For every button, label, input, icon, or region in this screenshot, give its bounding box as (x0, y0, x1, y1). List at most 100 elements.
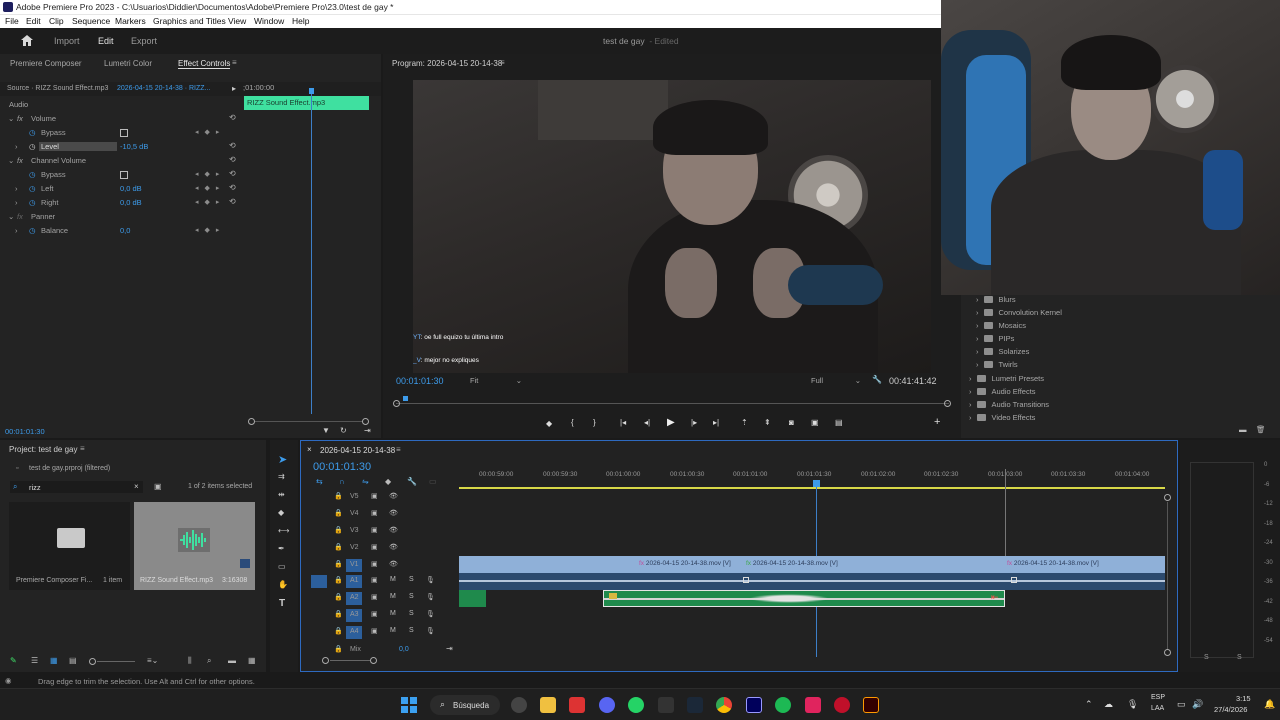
comparison-view-icon[interactable]: ▣ (811, 418, 819, 427)
filter-icon[interactable]: ▼ (322, 426, 330, 435)
play-icon[interactable]: ▶ (667, 417, 675, 428)
stopwatch-icon[interactable]: ◷ (29, 128, 36, 137)
selection-tool-icon[interactable]: ➤ (278, 453, 287, 466)
sequence-tab[interactable]: 2026-04-15 20-14-38 (320, 446, 395, 455)
ec-row-volume[interactable]: ⌄ fx Volume ⟲ (0, 112, 240, 125)
add-button-icon[interactable]: + (934, 416, 940, 428)
new-bin-icon[interactable]: ▬ (228, 656, 236, 665)
solo-right-button[interactable]: S (1237, 654, 1242, 661)
ec-clip-bar[interactable]: RIZZ Sound Effect.mp3 (244, 96, 369, 110)
tab-export[interactable]: Export (131, 36, 157, 46)
v-scroll-handle-bottom[interactable] (1164, 649, 1171, 656)
reset-icon[interactable]: ⟲ (229, 155, 236, 164)
video-track-header[interactable]: 🔒 V1 ▣ 👁 (301, 557, 459, 574)
new-bin-icon[interactable]: ▬ (1239, 425, 1247, 434)
menu-markers[interactable]: Markers (115, 16, 146, 26)
sequence-dropdown[interactable]: 2026-04-15 20-14-38 · RIZZ... (117, 85, 210, 92)
menu-edit[interactable]: Edit (26, 16, 41, 26)
source-patch[interactable] (311, 575, 327, 588)
audio-clip-a1[interactable] (459, 573, 1165, 590)
video-track-header[interactable]: 🔒 V5 ▣ 👁 (301, 489, 459, 506)
file-explorer-icon[interactable] (540, 697, 556, 713)
solo-left-button[interactable]: S (1204, 654, 1209, 661)
audio-clip-rizz[interactable] (603, 590, 1005, 607)
clock-time[interactable]: 3:15 (1236, 694, 1251, 703)
discord-icon[interactable] (599, 697, 615, 713)
sync-lock-icon[interactable]: ▣ (371, 593, 378, 601)
solo-button[interactable]: S (409, 627, 414, 634)
lock-icon[interactable]: 🔒 (334, 509, 343, 517)
balance-value[interactable]: 0,0 (120, 226, 130, 235)
nest-icon[interactable]: ⇆ (316, 477, 323, 486)
keyframe-nav-icons[interactable]: ◂◆▸ (195, 170, 225, 178)
stopwatch-icon[interactable]: ◷ (29, 184, 36, 193)
track-select-tool-icon[interactable]: ⇉ (278, 472, 285, 481)
stopwatch-icon[interactable]: ◷ (29, 170, 36, 179)
icon-view-icon[interactable]: ▦ (50, 656, 58, 665)
record-mic-icon[interactable]: 🎙 (426, 610, 435, 618)
record-mic-icon[interactable]: 🎙 (426, 576, 435, 584)
timeline-settings-icon[interactable]: 🔧 (407, 477, 417, 486)
ec-row-channel-volume[interactable]: ⌄ fx Channel Volume ⟲ (0, 154, 240, 167)
lock-icon[interactable]: 🔒 (334, 526, 343, 534)
mix-track-header[interactable]: 🔒 Mix 0,0 ⇥ (301, 642, 459, 659)
right-value[interactable]: 0,0 dB (120, 198, 142, 207)
tiktok-icon[interactable] (805, 697, 821, 713)
add-marker-icon[interactable]: ◆ (385, 477, 391, 486)
sync-lock-icon[interactable]: ▣ (371, 560, 378, 568)
stopwatch-icon[interactable]: ◷ (29, 226, 36, 235)
close-sequence-icon[interactable]: × (307, 445, 312, 454)
list-view-icon[interactable]: ☰ (31, 656, 38, 665)
scrubber-handle-right[interactable] (944, 400, 951, 407)
mark-in-icon[interactable]: { (571, 418, 574, 427)
sync-lock-icon[interactable]: ▣ (371, 576, 378, 584)
bypass-checkbox[interactable] (120, 171, 128, 179)
illustrator-icon[interactable] (863, 697, 879, 713)
horizontal-scrollbar[interactable] (330, 660, 370, 661)
fit-dropdown[interactable]: Fit ⌄ (470, 376, 522, 385)
reset-icon[interactable]: ⟲ (229, 169, 236, 178)
quality-dropdown[interactable]: Full ⌄ (811, 376, 861, 385)
linked-selection-icon[interactable]: ⇋ (362, 477, 369, 486)
keyframe-nav-icons[interactable]: ◂◆▸ (195, 184, 225, 192)
camera-icon[interactable]: ◙ (789, 418, 794, 427)
solo-button[interactable]: S (409, 576, 414, 583)
left-value[interactable]: 0,0 dB (120, 184, 142, 193)
lock-icon[interactable]: 🔒 (334, 627, 343, 635)
menu-help[interactable]: Help (292, 16, 309, 26)
hand-tool-icon[interactable]: ✋ (278, 580, 288, 589)
keyframe-nav-icons[interactable]: ◂◆▸ (195, 226, 225, 234)
ec-row-panner[interactable]: ⌄ fx Panner (0, 210, 240, 223)
trash-icon[interactable]: 🗑 (1256, 425, 1266, 434)
find-icon[interactable]: ⌕ (207, 656, 211, 666)
sync-lock-icon[interactable]: ▣ (371, 627, 378, 635)
clear-search-icon[interactable]: × (134, 482, 139, 491)
microphone-icon[interactable]: 🎙 (1127, 699, 1138, 710)
taskbar-search[interactable]: ⌕ Búsqueda (430, 695, 500, 715)
reset-icon[interactable]: ⟲ (229, 183, 236, 192)
video-track-header[interactable]: 🔒 V3 ▣ 👁 (301, 523, 459, 540)
snap-icon[interactable]: ∩ (339, 477, 345, 486)
lock-icon[interactable]: 🔒 (334, 560, 343, 568)
menu-file[interactable]: File (5, 16, 19, 26)
pen-tool-icon[interactable]: ✒ (278, 544, 285, 553)
keyframe-nav-icons[interactable]: ◂◆▸ (195, 128, 225, 136)
extract-icon[interactable]: ⇞ (764, 418, 771, 427)
lock-icon[interactable]: 🔒 (334, 610, 343, 618)
wrench-icon[interactable]: 🔧 (872, 375, 882, 384)
sync-lock-icon[interactable]: ▣ (371, 492, 378, 500)
panel-menu-icon[interactable]: ≡ (500, 58, 505, 67)
lift-icon[interactable]: ⇡ (741, 418, 748, 427)
go-to-out-icon[interactable]: ▸| (713, 418, 719, 427)
tab-lumetri-color[interactable]: Lumetri Color (104, 59, 152, 68)
bypass-checkbox[interactable] (120, 129, 128, 137)
mute-button[interactable]: M (390, 576, 396, 583)
record-mic-icon[interactable]: 🎙 (426, 627, 435, 635)
thumbnail-zoom-handle[interactable] (89, 658, 96, 665)
show-hidden-icons[interactable]: ⌃ (1085, 699, 1093, 710)
chrome-icon[interactable] (716, 697, 732, 713)
sync-lock-icon[interactable]: ▣ (371, 610, 378, 618)
freeform-view-icon[interactable]: ▤ (69, 656, 77, 665)
video-track-header[interactable]: 🔒 V4 ▣ 👁 (301, 506, 459, 523)
keyframe-nav-icons[interactable]: ◂◆▸ (195, 198, 225, 206)
